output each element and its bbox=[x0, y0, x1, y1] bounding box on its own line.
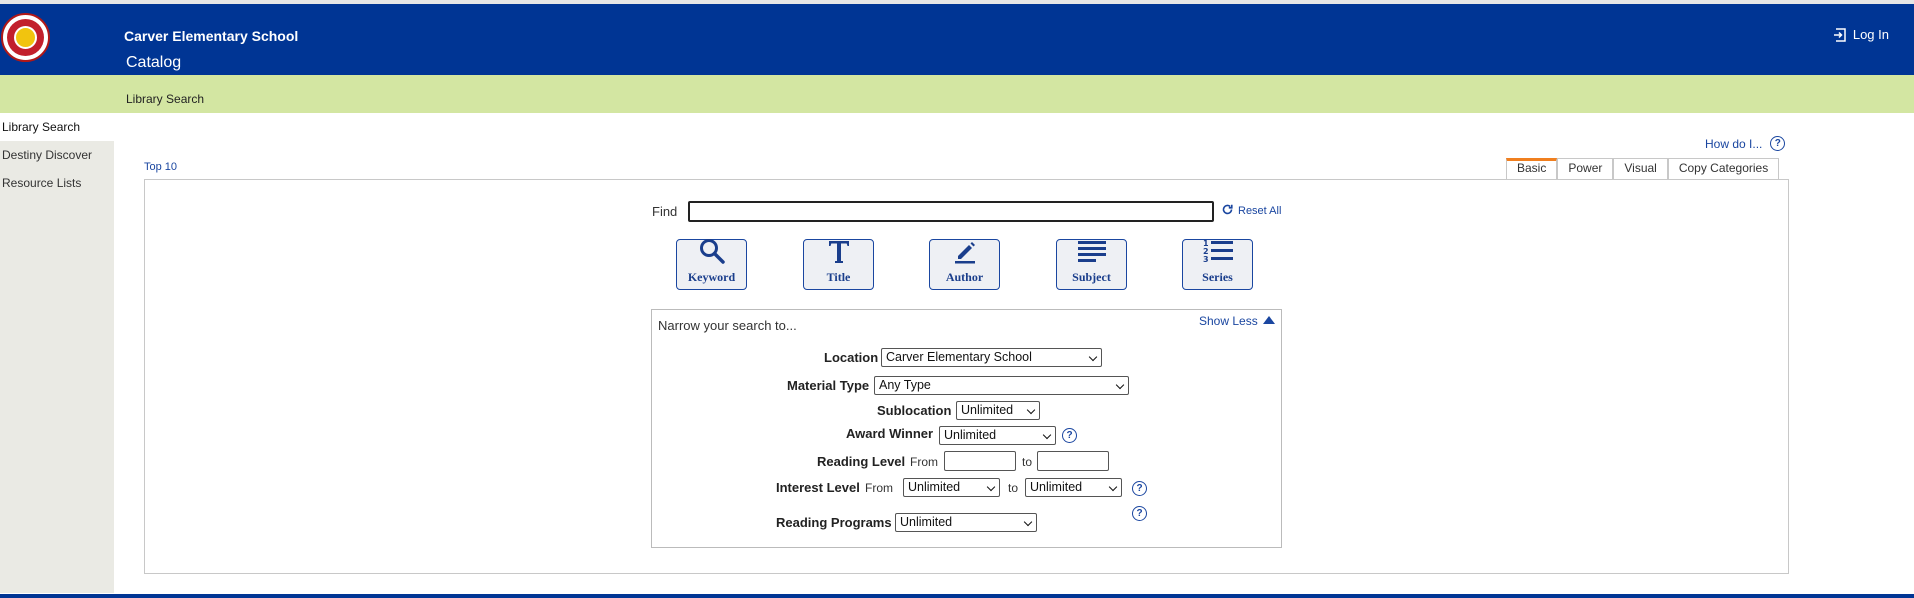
narrow-search-title: Narrow your search to... bbox=[658, 318, 797, 333]
pencil-icon bbox=[951, 237, 979, 270]
school-logo[interactable] bbox=[1, 13, 50, 62]
breadcrumb-bar: Library Search bbox=[0, 75, 1914, 113]
logo-emblem bbox=[14, 26, 37, 49]
material-type-label: Material Type bbox=[787, 378, 870, 393]
award-winner-select[interactable]: Unlimited bbox=[939, 426, 1056, 445]
sidebar-item-resource-lists[interactable]: Resource Lists bbox=[0, 169, 114, 197]
how-do-i-link[interactable]: How do I... ? bbox=[1705, 136, 1786, 151]
help-icon: ? bbox=[1770, 136, 1786, 151]
sidebar: Library Search Destiny Discover Resource… bbox=[0, 113, 114, 593]
lines-icon bbox=[1077, 237, 1107, 270]
interest-level-label: Interest Level bbox=[776, 480, 860, 495]
location-select[interactable]: Carver Elementary School bbox=[881, 348, 1102, 367]
material-type-select[interactable]: Any Type bbox=[874, 376, 1129, 395]
author-label: Author bbox=[945, 270, 984, 284]
title-t-icon bbox=[825, 237, 853, 270]
reading-programs-select[interactable]: Unlimited bbox=[895, 513, 1037, 532]
interest-level-help-button[interactable]: ? bbox=[1132, 478, 1147, 496]
magnifier-icon bbox=[698, 237, 726, 270]
award-winner-label: Award Winner bbox=[846, 426, 934, 441]
how-do-i-label: How do I... bbox=[1705, 136, 1763, 151]
reading-level-to-input[interactable] bbox=[1037, 451, 1109, 471]
help-icon: ? bbox=[1132, 506, 1147, 521]
keyword-label: Keyword bbox=[687, 270, 736, 284]
reading-level-from-input[interactable] bbox=[944, 451, 1016, 471]
show-less-label: Show Less bbox=[1199, 314, 1258, 328]
reading-programs-help-button[interactable]: ? bbox=[1132, 503, 1147, 521]
find-input[interactable] bbox=[688, 201, 1214, 222]
triangle-up-icon bbox=[1262, 314, 1276, 328]
interest-level-from-select[interactable]: Unlimited bbox=[903, 478, 1000, 497]
series-button[interactable]: 123 Series bbox=[1182, 239, 1253, 290]
top-10-link[interactable]: Top 10 bbox=[144, 161, 177, 173]
school-name: Carver Elementary School bbox=[124, 28, 299, 44]
reading-level-to-label: to bbox=[1022, 455, 1033, 469]
numbered-list-icon: 123 bbox=[1202, 237, 1234, 270]
tab-basic[interactable]: Basic bbox=[1506, 158, 1558, 179]
series-label: Series bbox=[1202, 270, 1233, 284]
reset-all-label: Reset All bbox=[1238, 205, 1282, 217]
reset-all-link[interactable]: Reset All bbox=[1221, 203, 1281, 219]
subject-button[interactable]: Subject bbox=[1056, 239, 1127, 290]
help-icon: ? bbox=[1062, 428, 1077, 443]
interest-level-to-select[interactable]: Unlimited bbox=[1025, 478, 1122, 497]
find-label: Find bbox=[652, 204, 678, 219]
location-label: Location bbox=[824, 350, 879, 365]
sidebar-item-destiny-discover[interactable]: Destiny Discover bbox=[0, 141, 114, 169]
sublocation-select[interactable]: Unlimited bbox=[956, 401, 1040, 420]
subject-label: Subject bbox=[1072, 270, 1111, 284]
app-header: Carver Elementary School Catalog Log In bbox=[0, 4, 1914, 79]
breadcrumb: Library Search bbox=[126, 92, 205, 106]
interest-level-from-label: From bbox=[865, 481, 893, 495]
reset-icon bbox=[1221, 203, 1234, 219]
login-label: Log In bbox=[1852, 27, 1889, 42]
reading-level-from-label: From bbox=[910, 455, 938, 469]
sublocation-label: Sublocation bbox=[877, 403, 952, 418]
bottom-rule bbox=[0, 594, 1914, 598]
svg-text:3: 3 bbox=[1203, 255, 1209, 264]
search-tabs: Basic Power Visual Copy Categories bbox=[1506, 158, 1780, 179]
sidebar-item-library-search[interactable]: Library Search bbox=[0, 113, 114, 141]
tab-copy-categories[interactable]: Copy Categories bbox=[1667, 158, 1780, 179]
award-winner-help-button[interactable]: ? bbox=[1062, 425, 1077, 443]
reading-level-label: Reading Level bbox=[817, 454, 906, 469]
help-icon: ? bbox=[1132, 481, 1147, 496]
login-icon bbox=[1833, 27, 1847, 42]
interest-level-to-label: to bbox=[1008, 481, 1019, 495]
title-button[interactable]: Title bbox=[803, 239, 874, 290]
author-button[interactable]: Author bbox=[929, 239, 1000, 290]
tab-power[interactable]: Power bbox=[1557, 158, 1614, 179]
show-less-link[interactable]: Show Less bbox=[1199, 314, 1276, 328]
keyword-button[interactable]: Keyword bbox=[676, 239, 747, 290]
reading-programs-label: Reading Programs bbox=[776, 515, 892, 530]
tab-visual[interactable]: Visual bbox=[1613, 158, 1668, 179]
title-label: Title bbox=[826, 270, 851, 284]
login-link[interactable]: Log In bbox=[1833, 27, 1889, 42]
